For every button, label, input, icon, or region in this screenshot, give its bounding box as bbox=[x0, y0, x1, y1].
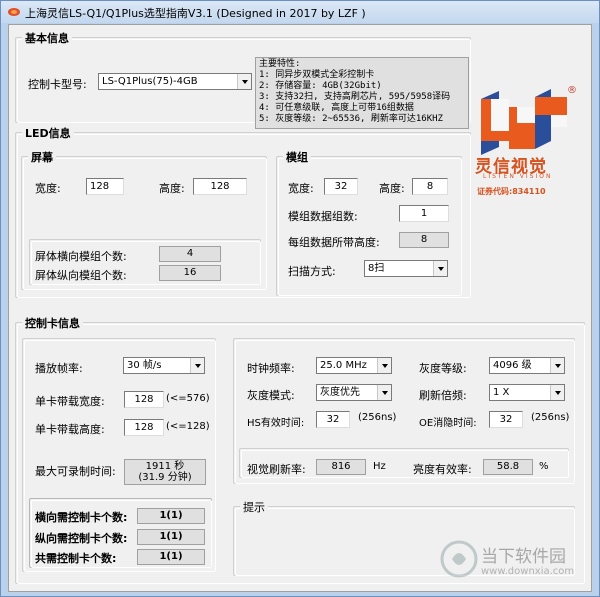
feature-line: 3: 支持32扫, 支持高刷芯片, 595/5958译码 bbox=[259, 92, 451, 102]
per-group-height-value: 8 bbox=[399, 232, 449, 248]
load-height-input[interactable]: 128 bbox=[124, 419, 164, 436]
refresh-mult-label: 刷新倍频: bbox=[419, 389, 467, 402]
refresh-mult-select[interactable]: 1 X bbox=[489, 384, 565, 401]
window-title: 上海灵信LS-Q1/Q1Plus选型指南V3.1 (Designed in 20… bbox=[25, 7, 366, 20]
chevron-down-icon[interactable] bbox=[190, 358, 204, 373]
screen-title: 屏幕 bbox=[28, 149, 56, 165]
clock-label: 时钟频率: bbox=[247, 362, 295, 375]
gray-level-select[interactable]: 4096 级 bbox=[489, 357, 565, 374]
features-box: 主要特性: 1: 同异步双模式全彩控制卡 2: 存储容量: 4GB(32Gbit… bbox=[255, 57, 469, 129]
hs-label: HS有效时间: bbox=[247, 418, 305, 429]
module-height-label: 高度: bbox=[379, 182, 405, 195]
max-record-seconds: 1911 秒 bbox=[145, 461, 185, 472]
watermark-url: www.downxia.com bbox=[481, 566, 575, 577]
card-model-value: LS-Q1Plus(75)-4GB bbox=[102, 76, 198, 87]
feature-line: 2: 存储容量: 4GB(32Gbit) bbox=[259, 81, 382, 91]
visual-refresh-value: 816 bbox=[316, 459, 366, 475]
listen-vision-logo bbox=[481, 89, 567, 155]
app-window: 上海灵信LS-Q1/Q1Plus选型指南V3.1 (Designed in 20… bbox=[0, 0, 600, 597]
chevron-down-icon[interactable] bbox=[550, 358, 564, 373]
total-cards-label: 共需控制卡个数: bbox=[35, 552, 117, 565]
load-height-hint: (<=128) bbox=[166, 421, 210, 432]
chevron-down-icon[interactable] bbox=[377, 385, 391, 400]
gray-level-value: 4096 级 bbox=[493, 360, 532, 371]
fps-label: 播放帧率: bbox=[35, 362, 83, 375]
feature-line: 5: 灰度等级: 2~65536, 刷新率可达16KHZ bbox=[259, 114, 443, 124]
module-width-input[interactable]: 32 bbox=[324, 178, 358, 195]
gray-mode-label: 灰度模式: bbox=[247, 389, 295, 402]
basic-info-group: 基本信息 控制卡型号: LS-Q1Plus(75)-4GB 主要特性: 1: 同… bbox=[15, 30, 471, 129]
scan-mode-label: 扫描方式: bbox=[288, 265, 336, 278]
card-info-title: 控制卡信息 bbox=[22, 315, 83, 331]
h-modules-value: 4 bbox=[159, 246, 221, 262]
v-cards-value: 1(1) bbox=[137, 529, 205, 545]
brightness-value: 58.8 bbox=[483, 459, 533, 475]
app-icon bbox=[8, 8, 20, 16]
registered-mark: ® bbox=[567, 85, 577, 96]
hs-unit: (256ns) bbox=[358, 412, 397, 423]
max-record-minutes: (31.9 分钟) bbox=[138, 472, 192, 483]
h-cards-label: 横向需控制卡个数: bbox=[35, 511, 128, 524]
screen-height-input[interactable]: 128 bbox=[193, 178, 247, 195]
gray-level-label: 灰度等级: bbox=[419, 362, 467, 375]
card-model-select[interactable]: LS-Q1Plus(75)-4GB bbox=[98, 73, 252, 90]
card-model-label: 控制卡型号: bbox=[28, 78, 87, 91]
clock-value: 25.0 MHz bbox=[320, 360, 367, 371]
visual-refresh-unit: Hz bbox=[373, 461, 386, 472]
brand-subtitle: LISTEN VISION bbox=[483, 173, 553, 180]
brightness-label: 亮度有效率: bbox=[413, 463, 472, 476]
led-info-title: LED信息 bbox=[22, 125, 74, 141]
screen-width-input[interactable]: 128 bbox=[86, 178, 124, 195]
max-record-value: 1911 秒 (31.9 分钟) bbox=[124, 459, 206, 485]
load-width-label: 单卡带载宽度: bbox=[35, 395, 105, 408]
gray-mode-select[interactable]: 灰度优先 bbox=[316, 384, 392, 401]
brightness-unit: % bbox=[539, 461, 549, 472]
chevron-down-icon[interactable] bbox=[550, 385, 564, 400]
feature-line: 1: 同异步双模式全彩控制卡 bbox=[259, 70, 375, 80]
h-modules-label: 屏体横向模组个数: bbox=[35, 250, 127, 263]
load-width-hint: (<=576) bbox=[166, 393, 210, 404]
v-modules-label: 屏体纵向模组个数: bbox=[35, 269, 127, 282]
basic-info-title: 基本信息 bbox=[22, 30, 72, 46]
watermark-name: 当下软件园 bbox=[481, 547, 566, 567]
scan-mode-select[interactable]: 8扫 bbox=[364, 260, 448, 277]
chevron-down-icon[interactable] bbox=[377, 358, 391, 373]
data-groups-input[interactable]: 1 bbox=[399, 205, 449, 222]
screen-height-label: 高度: bbox=[159, 182, 185, 195]
oe-input[interactable]: 32 bbox=[489, 411, 523, 428]
feature-line: 4: 可任意级联, 高度上可带16组数据 bbox=[259, 103, 414, 113]
stock-code: 证券代码:834110 bbox=[477, 187, 546, 196]
oe-label: OE消隐时间: bbox=[419, 418, 477, 429]
chevron-down-icon[interactable] bbox=[237, 74, 251, 89]
oe-unit: (256ns) bbox=[531, 412, 570, 423]
data-groups-label: 模组数据组数: bbox=[288, 210, 358, 223]
module-title: 模组 bbox=[283, 149, 311, 165]
fps-select[interactable]: 30 帧/s bbox=[123, 357, 205, 374]
scan-mode-value: 8扫 bbox=[368, 263, 385, 274]
h-cards-value: 1(1) bbox=[137, 508, 205, 524]
v-cards-label: 纵向需控制卡个数: bbox=[35, 532, 128, 545]
title-bar: 上海灵信LS-Q1/Q1Plus选型指南V3.1 (Designed in 20… bbox=[1, 1, 599, 23]
load-height-label: 单卡带载高度: bbox=[35, 423, 105, 436]
load-width-input[interactable]: 128 bbox=[124, 391, 164, 408]
v-modules-value: 16 bbox=[159, 265, 221, 281]
refresh-mult-value: 1 X bbox=[493, 387, 510, 398]
max-record-label: 最大可录制时间: bbox=[35, 465, 116, 478]
fps-value: 30 帧/s bbox=[127, 360, 162, 371]
gray-mode-value: 灰度优先 bbox=[320, 387, 360, 398]
per-group-height-label: 每组数据所带高度: bbox=[288, 236, 380, 249]
tips-title: 提示 bbox=[240, 499, 268, 515]
screen-width-label: 宽度: bbox=[35, 182, 61, 195]
total-cards-value: 1(1) bbox=[137, 549, 205, 565]
visual-refresh-label: 视觉刷新率: bbox=[247, 463, 306, 476]
features-title: 主要特性: bbox=[259, 59, 301, 69]
module-width-label: 宽度: bbox=[288, 182, 314, 195]
chevron-down-icon[interactable] bbox=[433, 261, 447, 276]
module-height-input[interactable]: 8 bbox=[412, 178, 448, 195]
clock-select[interactable]: 25.0 MHz bbox=[316, 357, 392, 374]
hs-input[interactable]: 32 bbox=[316, 411, 350, 428]
